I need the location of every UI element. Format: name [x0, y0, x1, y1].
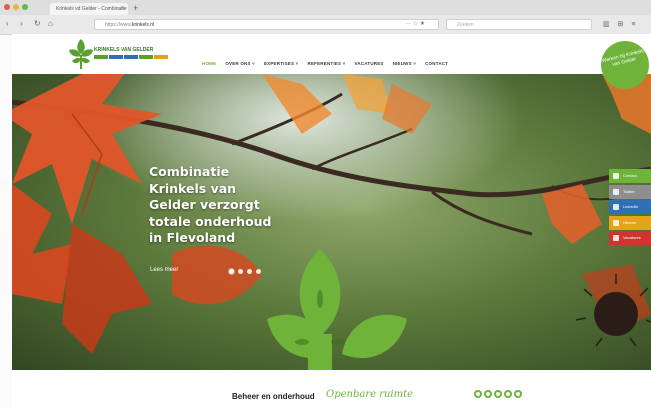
address-bar-icons[interactable]: ··· ☆ ★ — [405, 19, 425, 30]
lees-meer-link[interactable]: Lees meer — [150, 267, 178, 273]
logo[interactable]: KRINKELS VAN GELDER — [66, 37, 176, 69]
tab-strip: Krinkels vd Gelder - Combinatie × + — [0, 0, 651, 15]
section-script-title: Openbare ruimte — [326, 389, 414, 400]
tab-title: Krinkels vd Gelder - Combinatie — [56, 6, 127, 12]
nav-over-ons[interactable]: OVER ONS ˅ — [225, 61, 255, 66]
home-button[interactable]: ⌂ — [48, 19, 53, 29]
nav-nieuws[interactable]: NIEUWS ˅ — [393, 61, 416, 66]
main-nav: HOME OVER ONS ˅ EXPERTISES ˅ REFERENTIES… — [202, 61, 448, 66]
nav-vacatures[interactable]: VACATURES — [354, 61, 383, 66]
leaf-logo-icon — [69, 39, 93, 69]
hero-image — [12, 74, 651, 370]
nav-contact[interactable]: CONTACT — [425, 61, 448, 66]
slider-dot[interactable] — [238, 269, 243, 274]
toolbar-icons[interactable]: ▥ ⊞ ≡ — [603, 19, 638, 30]
side-tab-label: Nieuws — [623, 219, 637, 225]
hero-title-line: in Flevoland — [149, 230, 236, 245]
address-bar[interactable]: https://www.krinkels.nl — [94, 19, 439, 30]
social-icon[interactable] — [494, 390, 502, 398]
nav-expertises[interactable]: EXPERTISES ˅ — [264, 61, 299, 66]
side-tab-linkedin[interactable]: LinkedIn — [609, 200, 651, 214]
nav-home[interactable]: HOME — [202, 61, 216, 66]
browser-tab[interactable]: Krinkels vd Gelder - Combinatie × — [50, 3, 128, 15]
hero-title: Combinatie Krinkels van Gelder verzorgt … — [149, 164, 272, 247]
back-button[interactable]: ‹ — [6, 19, 9, 29]
search-input[interactable]: Zoeken — [446, 19, 592, 30]
intro-strip: Beheer en onderhoud Openbare ruimte — [12, 370, 651, 408]
section-title: Beheer en onderhoud — [232, 392, 315, 401]
phone-icon — [613, 173, 619, 179]
side-tab-label: LinkedIn — [623, 204, 639, 209]
social-icon[interactable] — [484, 390, 492, 398]
side-tabs: Contact Twitter LinkedIn Nieuws Vacature… — [609, 169, 651, 247]
nav-referenties[interactable]: REFERENTIES ˅ — [308, 61, 346, 66]
social-icon[interactable] — [504, 390, 512, 398]
reload-button[interactable]: ↻ — [34, 19, 41, 29]
logo-text: KRINKELS VAN GELDER — [94, 47, 154, 53]
url-domain: krinkels.nl — [131, 22, 155, 28]
twitter-icon — [613, 188, 619, 195]
close-tab-icon[interactable]: × — [120, 3, 124, 15]
linkedin-icon — [613, 204, 619, 210]
logo-color-bars — [94, 55, 168, 59]
slider-dot[interactable] — [256, 269, 261, 274]
hero-title-line: Krinkels van — [149, 180, 237, 196]
side-tab-contact[interactable]: Contact — [609, 169, 651, 183]
hero-banner: Combinatie Krinkels van Gelder verzorgt … — [12, 74, 651, 370]
briefcase-icon — [613, 235, 619, 241]
url-prefix: https://www. — [105, 22, 132, 28]
window-controls — [4, 4, 28, 10]
side-tab-label: Vacatures — [623, 235, 641, 240]
browser-chrome: Krinkels vd Gelder - Combinatie × + ‹ › … — [0, 0, 651, 35]
social-icon[interactable] — [474, 390, 482, 398]
close-window-button[interactable] — [4, 4, 10, 10]
forward-button[interactable]: › — [20, 19, 23, 29]
zoom-window-button[interactable] — [22, 4, 28, 10]
slider-dot[interactable] — [247, 269, 252, 274]
side-tab-vacatures[interactable]: Vacatures — [609, 231, 651, 245]
minimize-window-button[interactable] — [13, 4, 19, 10]
social-icons — [474, 390, 522, 398]
side-tab-label: Contact — [623, 173, 637, 178]
hero-title-line: Combinatie — [149, 164, 230, 179]
rss-icon — [613, 219, 619, 226]
nav-toolbar: ‹ › ↻ ⌂ https://www.krinkels.nl ··· ☆ ★ … — [0, 16, 651, 33]
side-tab-twitter[interactable]: Twitter — [609, 184, 651, 199]
site-header: KRINKELS VAN GELDER HOME OVER ONS ˅ EXPE… — [12, 34, 651, 74]
slider-dot[interactable] — [229, 269, 234, 274]
side-tab-nieuws[interactable]: Nieuws — [609, 215, 651, 230]
social-icon[interactable] — [514, 390, 522, 398]
side-tab-label: Twitter — [623, 188, 635, 194]
hero-title-line: totale onderhoud — [149, 213, 272, 229]
slider-dots — [229, 269, 261, 274]
hero-title-line: Gelder verzorgt — [149, 197, 260, 212]
new-tab-button[interactable]: + — [133, 3, 138, 13]
